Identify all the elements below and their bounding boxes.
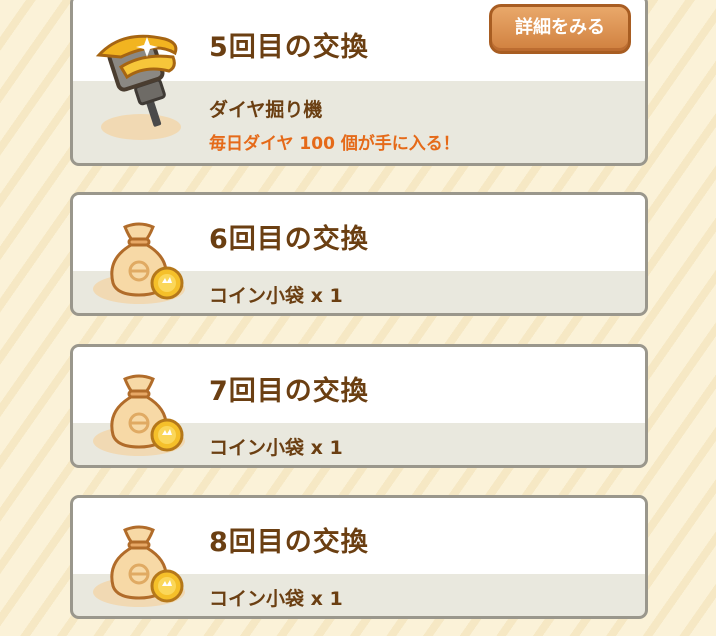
exchange-title: 5回目の交換	[209, 32, 369, 63]
exchange-card-5: 5回目の交換 詳細をみる ダイヤ掘り機 毎日ダイヤ 100 個が手に入る！	[70, 0, 648, 166]
coin-bag-icon	[93, 222, 185, 304]
reward-name: コイン小袋 x 1	[209, 437, 343, 459]
exchange-card-7: 7回目の交換 コイン小袋 x 1	[70, 344, 648, 468]
diamond-drill-icon	[95, 34, 181, 140]
coin-bag-icon	[93, 525, 185, 607]
exchange-title: 8回目の交換	[209, 527, 369, 558]
reward-name: コイン小袋 x 1	[209, 285, 343, 307]
reward-description: 毎日ダイヤ 100 個が手に入る！	[209, 134, 460, 154]
reward-name: コイン小袋 x 1	[209, 588, 343, 610]
exchange-card-8: 8回目の交換 コイン小袋 x 1	[70, 495, 648, 619]
exchange-card-6: 6回目の交換 コイン小袋 x 1	[70, 192, 648, 316]
exchange-title: 7回目の交換	[209, 376, 369, 407]
exchange-title: 6回目の交換	[209, 224, 369, 255]
detail-button[interactable]: 詳細をみる	[489, 4, 631, 54]
coin-bag-icon	[93, 374, 185, 456]
reward-name: ダイヤ掘り機	[209, 99, 323, 121]
